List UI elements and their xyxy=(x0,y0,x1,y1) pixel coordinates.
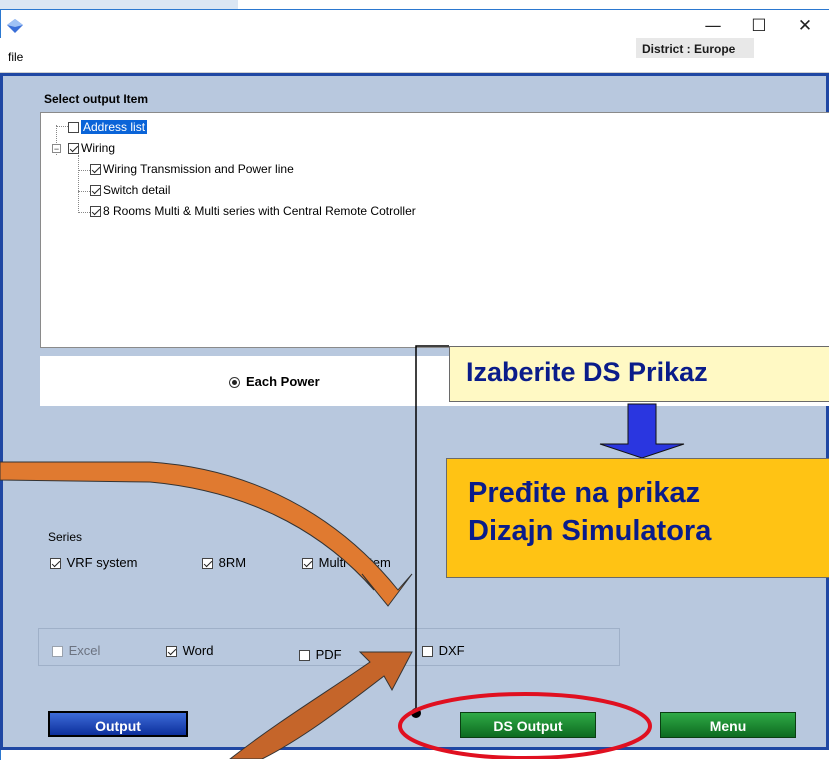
each-power-label: Each Power xyxy=(246,374,320,389)
callout-text-line2: Dizajn Simulatora xyxy=(468,515,712,547)
each-power-radio[interactable]: Each Power xyxy=(229,374,320,389)
format-label: Excel xyxy=(68,643,101,658)
menu-bar: file District : Europe xyxy=(0,38,829,73)
district-label: District : Europe xyxy=(642,42,736,56)
checkbox-word[interactable] xyxy=(166,646,177,657)
format-pdf[interactable]: PDF xyxy=(299,647,342,662)
output-items-title: Select output Item xyxy=(44,92,149,106)
tree-item-label: Address list xyxy=(81,120,148,134)
tree-item-label: Switch detail xyxy=(103,183,171,197)
tree-line xyxy=(56,126,68,127)
tree-line xyxy=(78,170,90,171)
tree-item-label: Wiring Transmission and Power line xyxy=(103,162,294,176)
series-option-label: Multi system xyxy=(318,555,391,570)
callout-text: Izaberite DS Prikaz xyxy=(466,357,708,387)
series-option-label: 8RM xyxy=(218,555,247,570)
checkbox-address-list[interactable] xyxy=(68,122,79,133)
tree-line xyxy=(78,191,90,192)
radio-selected-icon[interactable] xyxy=(229,377,240,388)
app-icon xyxy=(7,19,23,33)
checkbox-vrf-system[interactable] xyxy=(50,558,61,569)
checkbox-dxf[interactable] xyxy=(422,646,433,657)
ds-output-button[interactable]: DS Output xyxy=(460,712,596,738)
tree-item-label: Wiring xyxy=(81,141,116,155)
series-option-label: VRF system xyxy=(66,555,138,570)
checkbox-excel[interactable] xyxy=(52,646,63,657)
collapse-icon[interactable]: − xyxy=(52,144,61,154)
close-button[interactable]: ✕ xyxy=(785,14,825,38)
checkbox-multi-system[interactable] xyxy=(302,558,313,569)
checkbox-pdf[interactable] xyxy=(299,650,310,661)
series-vrf-system[interactable]: VRF system xyxy=(50,555,137,570)
format-label: Word xyxy=(182,643,214,658)
district-box: District : Europe xyxy=(636,38,754,58)
tree-line xyxy=(78,155,79,211)
checkbox-wiring-transmission[interactable] xyxy=(90,164,101,175)
tree-item-wiring[interactable]: Wiring xyxy=(68,140,115,156)
menu-file[interactable]: file xyxy=(8,50,23,64)
top-tab-strip xyxy=(0,0,238,9)
tree-item-wiring-transmission[interactable]: Wiring Transmission and Power line xyxy=(90,161,294,177)
series-8rm[interactable]: 8RM xyxy=(202,555,246,570)
callout-choose-ds: Izaberite DS Prikaz xyxy=(449,346,829,402)
checkbox-8rm[interactable] xyxy=(202,558,213,569)
tree-item-label: 8 Rooms Multi & Multi series with Centra… xyxy=(103,204,416,218)
output-item-tree: − Address list Wiring Wiring Transmissio… xyxy=(40,112,829,348)
tree-line xyxy=(78,212,90,213)
callout-switch-view: Pređite na prikaz Dizajn Simulatora xyxy=(446,458,829,578)
format-label: PDF xyxy=(315,647,342,662)
tree-item-switch-detail[interactable]: Switch detail xyxy=(90,182,170,198)
format-dxf[interactable]: DXF xyxy=(422,643,465,658)
callout-text-line1: Pređite na prikaz xyxy=(468,477,701,509)
checkbox-switch-detail[interactable] xyxy=(90,185,101,196)
menu-button[interactable]: Menu xyxy=(660,712,796,738)
format-excel[interactable]: Excel xyxy=(52,643,100,658)
checkbox-wiring[interactable] xyxy=(68,143,79,154)
format-word[interactable]: Word xyxy=(166,643,213,658)
minimize-button[interactable]: — xyxy=(693,14,733,38)
series-label: Series xyxy=(48,530,83,544)
maximize-button[interactable]: ☐ xyxy=(739,14,779,38)
format-label: DXF xyxy=(438,643,465,658)
tree-item-address-list[interactable]: Address list xyxy=(68,119,148,135)
series-multi-system[interactable]: Multi system xyxy=(302,555,391,570)
checkbox-8-rooms[interactable] xyxy=(90,206,101,217)
output-button[interactable]: Output xyxy=(48,711,188,737)
tree-item-8-rooms[interactable]: 8 Rooms Multi & Multi series with Centra… xyxy=(90,203,416,219)
